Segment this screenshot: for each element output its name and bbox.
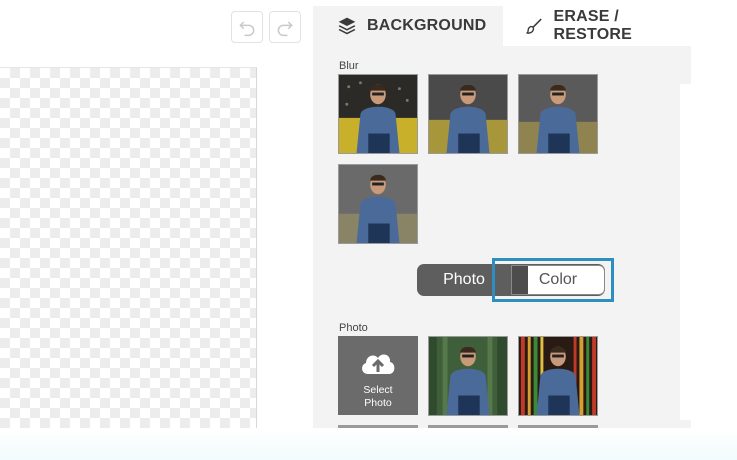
person-photo-icon [519, 75, 597, 153]
panel-tabs: BACKGROUND ERASE / RESTORE [313, 6, 691, 46]
blur-thumbnail-heavy[interactable] [338, 164, 418, 244]
tab-erase-restore[interactable]: ERASE / RESTORE [525, 6, 691, 46]
redo-icon [277, 21, 293, 37]
color-option-highlight [492, 258, 614, 302]
person-photo-icon [339, 75, 417, 153]
person-photo-icon [339, 165, 417, 243]
redo-button[interactable] [269, 11, 301, 43]
select-photo-line2: Photo [364, 397, 392, 409]
photo-thumbnail-forest[interactable] [428, 336, 508, 416]
person-photo-icon [429, 337, 507, 415]
tab-background-label: BACKGROUND [367, 17, 487, 34]
person-photo-icon [519, 337, 597, 415]
person-photo-icon [429, 75, 507, 153]
cloud-upload-icon [362, 354, 395, 374]
panel-scroll-track[interactable] [680, 84, 692, 420]
select-photo-line1: Select [363, 384, 393, 396]
photo-section-label: Photo [339, 322, 368, 334]
brush-icon [526, 18, 542, 34]
undo-icon [239, 21, 255, 37]
layers-icon [338, 17, 356, 35]
photo-thumbnail-stripes[interactable] [518, 336, 598, 416]
page-footer-fade [0, 428, 737, 460]
blur-thumbnail-none[interactable] [338, 74, 418, 154]
blur-thumbnail-light[interactable] [428, 74, 508, 154]
tab-erase-restore-label: ERASE / RESTORE [553, 8, 632, 43]
toggle-photo-label: Photo [443, 271, 485, 288]
transparent-canvas[interactable] [0, 67, 257, 428]
tab-background[interactable]: BACKGROUND [313, 6, 503, 46]
select-photo-button[interactable]: Select Photo [338, 336, 418, 415]
undo-button[interactable] [231, 11, 263, 43]
blur-section-label: Blur [339, 60, 359, 72]
blur-thumbnail-medium[interactable] [518, 74, 598, 154]
